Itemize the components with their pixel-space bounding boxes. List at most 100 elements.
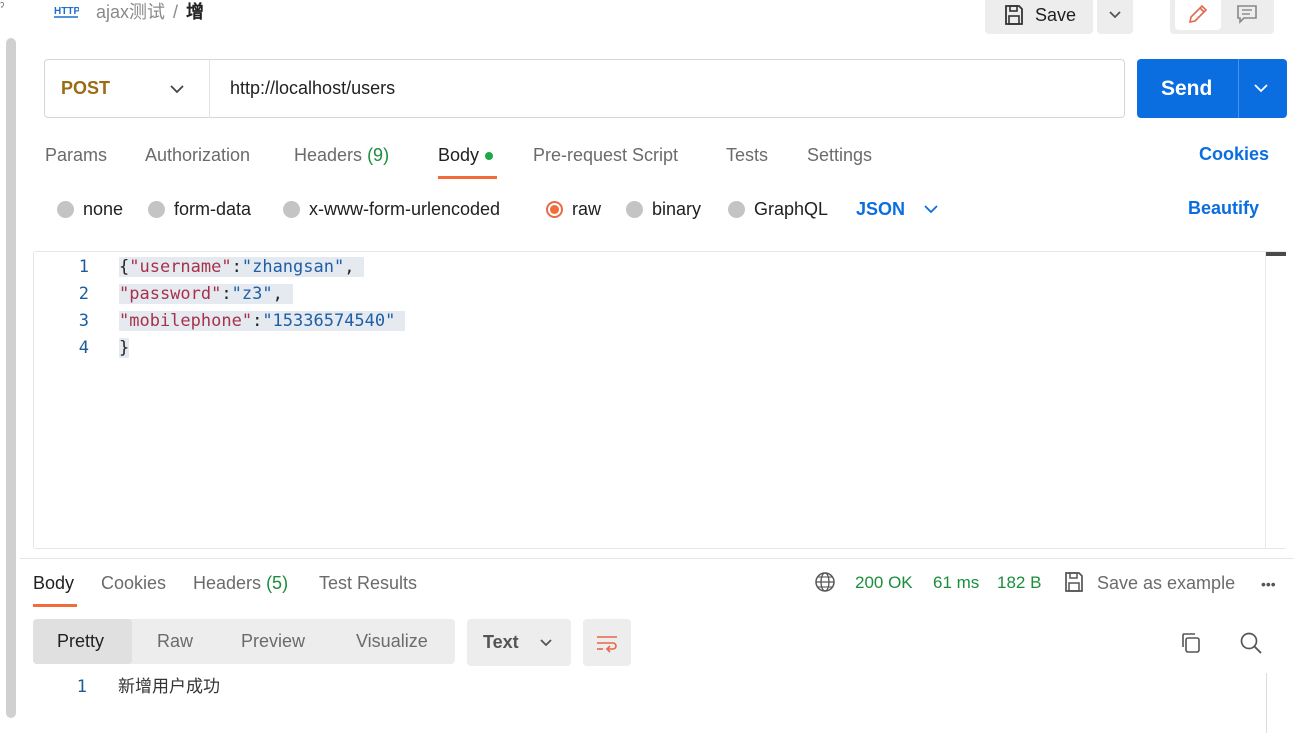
raw-format-select[interactable]: JSON xyxy=(856,198,939,220)
url-input[interactable]: http://localhost/users xyxy=(230,59,395,118)
radio-none[interactable]: none xyxy=(57,198,123,220)
line-number: 1 xyxy=(78,257,89,277)
send-divider xyxy=(1238,59,1239,118)
chevron-down-icon[interactable] xyxy=(1253,81,1269,95)
radio-x-www-form-urlencoded[interactable]: x-www-form-urlencoded xyxy=(283,198,500,220)
response-line-number: 1 xyxy=(76,677,87,697)
breadcrumb-separator: / xyxy=(173,2,179,22)
json-key: "password" xyxy=(119,284,222,304)
http-request-icon: HTTP xyxy=(53,0,80,22)
code-line[interactable]: "password":"z3", xyxy=(119,281,293,308)
comma: , xyxy=(272,284,283,304)
tab-pre-request-script[interactable]: Pre-request Script xyxy=(533,144,678,166)
code-line-2: "password":"z3", xyxy=(119,284,293,304)
edit-mode-button[interactable] xyxy=(1175,0,1221,30)
method-select[interactable]: POST xyxy=(44,59,210,118)
radio-raw-label: raw xyxy=(572,198,602,219)
chevron-down-icon xyxy=(540,638,552,646)
code-line-4: } xyxy=(119,338,130,358)
line-number: 4 xyxy=(78,338,89,358)
response-format-label: Text xyxy=(483,632,519,652)
editor-scrollbar[interactable] xyxy=(1265,252,1287,548)
tab-headers[interactable]: Headers (9) xyxy=(294,144,389,166)
code-line[interactable]: "mobilephone":"15336574540" xyxy=(119,308,406,335)
copy-icon[interactable] xyxy=(1179,631,1203,660)
brace-close: } xyxy=(119,338,130,358)
wrap-lines-button[interactable] xyxy=(583,619,631,666)
raw-format-label: JSON xyxy=(856,198,906,219)
send-button[interactable]: Send xyxy=(1161,59,1212,118)
radio-graphql-label: GraphQL xyxy=(754,198,829,219)
tab-settings[interactable]: Settings xyxy=(807,144,872,166)
chevron-down-icon xyxy=(1109,11,1121,19)
radio-form-data[interactable]: form-data xyxy=(148,198,251,220)
view-raw[interactable]: Raw xyxy=(157,619,193,664)
tab-tests[interactable]: Tests xyxy=(726,144,768,166)
response-tab-headers[interactable]: Headers (5) xyxy=(193,572,288,594)
radio-binary-label: binary xyxy=(652,198,702,219)
response-size[interactable]: 182 B xyxy=(997,572,1041,594)
save-options-button[interactable] xyxy=(1097,0,1133,34)
tab-authorization[interactable]: Authorization xyxy=(145,144,250,166)
save-example-icon xyxy=(1063,571,1085,598)
code-line[interactable]: } xyxy=(119,335,130,362)
breadcrumb: ajax测试 / 增 xyxy=(96,0,204,24)
response-tab-test-results[interactable]: Test Results xyxy=(319,572,417,594)
response-body-text[interactable]: 新增用户成功 xyxy=(118,675,220,699)
tab-params[interactable]: Params xyxy=(45,144,107,166)
radio-indicator-selected xyxy=(546,200,563,218)
json-key: "username" xyxy=(129,257,232,277)
breadcrumb-collection[interactable]: ajax测试 xyxy=(96,2,165,22)
save-icon xyxy=(1005,5,1023,25)
response-time[interactable]: 61 ms xyxy=(933,572,979,594)
chevron-down-icon xyxy=(170,84,184,93)
response-format-select[interactable]: Text xyxy=(467,619,571,666)
colon: : xyxy=(231,257,242,277)
radio-none-label: none xyxy=(83,198,124,219)
response-tab-cookies[interactable]: Cookies xyxy=(101,572,166,594)
left-scrollbar[interactable] xyxy=(6,38,16,718)
more-options-icon[interactable]: ••• xyxy=(1261,573,1276,595)
radio-raw[interactable]: raw xyxy=(546,198,601,220)
pencil-icon xyxy=(1188,4,1208,24)
json-value: "zhangsan" xyxy=(241,257,345,277)
view-visualize[interactable]: Visualize xyxy=(356,619,428,664)
response-scrollbar[interactable] xyxy=(1266,673,1267,733)
radio-indicator xyxy=(626,200,643,218)
pane-divider[interactable] xyxy=(20,558,1294,559)
view-preview[interactable]: Preview xyxy=(241,619,305,664)
cookies-link[interactable]: Cookies xyxy=(1199,144,1269,165)
status-code[interactable]: 200 OK xyxy=(855,572,913,594)
globe-icon[interactable] xyxy=(814,571,836,598)
active-response-tab-indicator xyxy=(33,604,77,607)
code-line[interactable]: {"username":"zhangsan", xyxy=(119,254,365,281)
body-modified-indicator xyxy=(485,152,494,161)
response-tab-body[interactable]: Body xyxy=(33,572,74,594)
save-button[interactable]: Save xyxy=(985,0,1093,34)
radio-indicator xyxy=(57,200,74,218)
line-number: 3 xyxy=(78,311,89,331)
search-icon[interactable] xyxy=(1239,631,1263,660)
json-key: "mobilephone" xyxy=(119,311,253,331)
tab-headers-count: (9) xyxy=(367,145,390,165)
radio-graphql[interactable]: GraphQL xyxy=(728,198,828,220)
tab-body[interactable]: Body xyxy=(438,144,494,166)
beautify-button[interactable]: Beautify xyxy=(1188,198,1259,219)
save-as-example-button[interactable]: Save as example xyxy=(1097,572,1235,594)
code-line-1: {"username":"zhangsan", xyxy=(119,257,365,277)
radio-binary[interactable]: binary xyxy=(626,198,701,220)
save-label: Save xyxy=(1035,4,1077,25)
radio-indicator xyxy=(148,200,165,218)
comma: , xyxy=(344,257,355,277)
comment-icon xyxy=(1237,5,1257,24)
view-pretty[interactable]: Pretty xyxy=(57,619,104,664)
code-line-3: "mobilephone":"15336574540" xyxy=(119,311,406,331)
active-tab-indicator xyxy=(438,176,497,179)
response-tab-headers-count: (5) xyxy=(266,573,289,593)
breadcrumb-request-name[interactable]: 增 xyxy=(186,2,204,22)
editor-scrollbar-thumb[interactable] xyxy=(1266,252,1286,256)
edge-mark: ˀ xyxy=(0,0,5,14)
comments-button[interactable] xyxy=(1226,0,1268,30)
radio-urlencoded-label: x-www-form-urlencoded xyxy=(309,198,501,219)
response-tab-headers-label: Headers xyxy=(193,573,262,593)
